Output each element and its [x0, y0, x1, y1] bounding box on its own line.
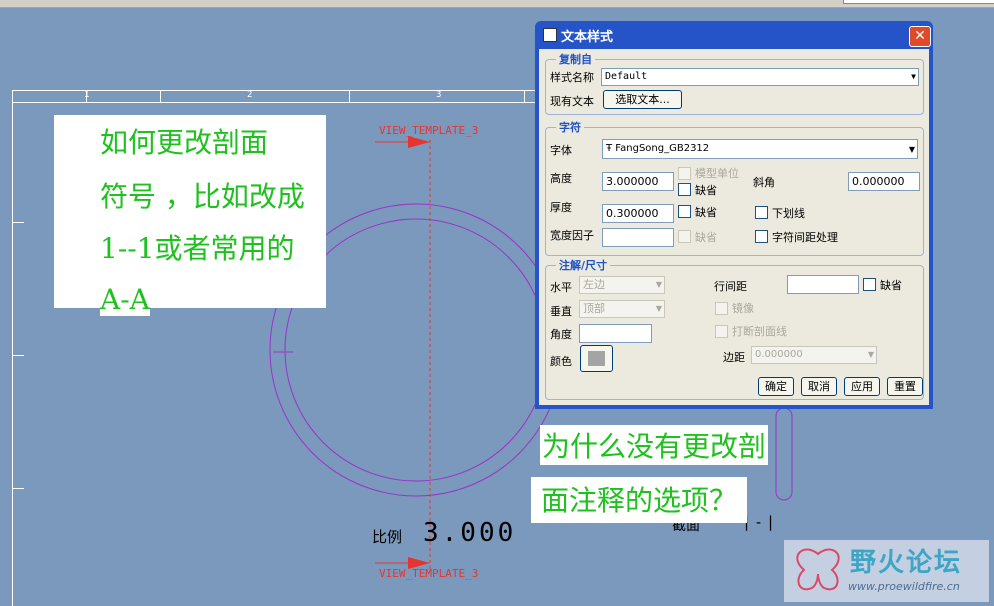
question-annotation-box: 如何更改剖面 符号 ，比如改成 1--1或者常用的 A-A — [54, 115, 326, 316]
dialog-body: 复制自 样式名称 Default ▼ 现有文本 选取文本... 字符 字体 Ŧ F… — [539, 49, 929, 405]
style-name-value: Default — [605, 71, 648, 82]
font-icon: Ŧ — [606, 143, 613, 154]
font-label: 字体 — [550, 144, 572, 157]
cancel-button[interactable]: 取消 — [801, 377, 837, 396]
scale-label: 比例 — [372, 528, 403, 546]
character-group: 字符 字体 Ŧ FangSong_GB2312 ▼ 高度 3.000000 模型… — [545, 119, 924, 256]
question-line: A-A — [100, 283, 150, 316]
style-name-select[interactable]: Default ▼ — [601, 68, 919, 86]
detail-slot-shape — [775, 407, 793, 501]
butterfly-logo-icon — [796, 548, 840, 591]
dialog-title: 文本样式 — [561, 30, 614, 45]
angle-input[interactable] — [579, 324, 652, 343]
color-picker-button[interactable] — [580, 345, 613, 372]
view-label-bottom[interactable]: VIEW_TEMPLATE_3 — [379, 567, 478, 580]
model-units-checkbox[interactable] — [678, 167, 691, 180]
line-spacing-default-checkbox[interactable] — [863, 278, 876, 291]
question-line: 符号 ，比如改成 — [100, 175, 305, 215]
note-dimension-title: 注解/尺寸 — [556, 257, 611, 273]
mirror-label: 镜像 — [732, 302, 754, 315]
section-value[interactable]: |-| — [742, 513, 778, 531]
copy-from-title: 复制自 — [556, 51, 595, 67]
forum-watermark: 野火论坛 www.proewildfire.cn — [784, 540, 989, 602]
margin-select[interactable]: 0.000000 ▼ — [751, 346, 877, 364]
copy-from-group: 复制自 样式名称 Default ▼ 现有文本 选取文本... — [545, 51, 924, 115]
height-default-checkbox[interactable] — [678, 183, 691, 196]
watermark-name: 野火论坛 — [850, 548, 963, 578]
underline-checkbox[interactable] — [755, 206, 768, 219]
existing-text-label: 现有文本 — [550, 95, 594, 108]
horizontal-select[interactable]: 左边 ▼ — [579, 276, 665, 294]
slant-label: 斜角 — [753, 176, 775, 189]
height-input[interactable]: 3.000000 — [602, 172, 674, 191]
vertical-value: 顶部 — [583, 302, 605, 315]
font-select[interactable]: Ŧ FangSong_GB2312 ▼ — [602, 139, 918, 159]
thickness-input[interactable]: 0.300000 — [602, 204, 674, 223]
horizontal-label: 水平 — [550, 281, 572, 294]
close-button[interactable]: ✕ — [909, 26, 931, 47]
thickness-default-label: 缺省 — [695, 206, 717, 219]
view-label-top[interactable]: VIEW_TEMPLATE_3 — [379, 124, 478, 137]
line-spacing-input[interactable] — [787, 275, 859, 294]
margin-label: 边距 — [723, 351, 745, 364]
chevron-down-icon: ▼ — [655, 280, 662, 289]
kerning-checkbox[interactable] — [755, 230, 768, 243]
thickness-label: 厚度 — [550, 201, 572, 214]
note-dimension-group: 注解/尺寸 水平 左边 ▼ 垂直 顶部 ▼ 角度 颜色 行间距 缺省 镜像 打断剖面… — [545, 257, 924, 400]
style-name-label: 样式名称 — [550, 71, 594, 84]
horizontal-value: 左边 — [583, 278, 605, 291]
vertical-label: 垂直 — [550, 305, 572, 318]
character-title: 字符 — [556, 119, 584, 135]
height-label: 高度 — [550, 172, 572, 185]
underline-label: 下划线 — [772, 207, 805, 220]
color-swatch — [588, 351, 605, 366]
height-default-label: 缺省 — [695, 184, 717, 197]
text-style-dialog: 文本样式 ✕ 复制自 样式名称 Default ▼ 现有文本 选取文本... 字符… — [535, 21, 933, 409]
question-line-right: 面注释的选项？ — [531, 477, 748, 523]
line-spacing-default-label: 缺省 — [880, 279, 902, 292]
margin-value: 0.000000 — [755, 349, 803, 360]
slant-input[interactable]: 0.000000 — [848, 172, 920, 191]
dialog-app-icon — [543, 28, 557, 42]
model-units-label: 模型单位 — [695, 167, 739, 180]
vertical-select[interactable]: 顶部 ▼ — [579, 300, 665, 318]
kerning-label: 字符间距处理 — [772, 231, 838, 244]
width-factor-label: 宽度因子 — [550, 229, 594, 242]
break-hatch-checkbox[interactable] — [715, 325, 728, 338]
reset-button[interactable]: 重置 — [887, 377, 923, 396]
chevron-down-icon: ▼ — [867, 350, 874, 359]
mirror-checkbox[interactable] — [715, 302, 728, 315]
color-label: 颜色 — [550, 355, 572, 368]
question-line: 如何更改剖面 — [100, 121, 269, 161]
chevron-down-icon: ▼ — [655, 304, 662, 313]
line-spacing-label: 行间距 — [714, 280, 747, 293]
scale-value[interactable]: 3.000 — [423, 518, 516, 548]
width-default-label: 缺省 — [695, 231, 717, 244]
arrow-head-top — [408, 136, 430, 148]
chevron-down-icon: ▼ — [911, 72, 916, 81]
break-hatch-label: 打断剖面线 — [732, 325, 787, 338]
watermark-url: www.proewildfire.cn — [848, 580, 960, 593]
ok-button[interactable]: 确定 — [758, 377, 794, 396]
thickness-default-checkbox[interactable] — [678, 205, 691, 218]
angle-label: 角度 — [550, 328, 572, 341]
question-line: 1--1或者常用的 — [100, 227, 295, 267]
select-text-button[interactable]: 选取文本... — [603, 90, 682, 109]
question-line-right: 为什么没有更改剖 — [540, 425, 769, 465]
width-factor-input[interactable] — [602, 228, 674, 247]
apply-button[interactable]: 应用 — [844, 377, 880, 396]
font-value: FangSong_GB2312 — [615, 143, 710, 154]
width-default-checkbox[interactable] — [678, 230, 691, 243]
chevron-down-icon: ▼ — [908, 145, 915, 154]
